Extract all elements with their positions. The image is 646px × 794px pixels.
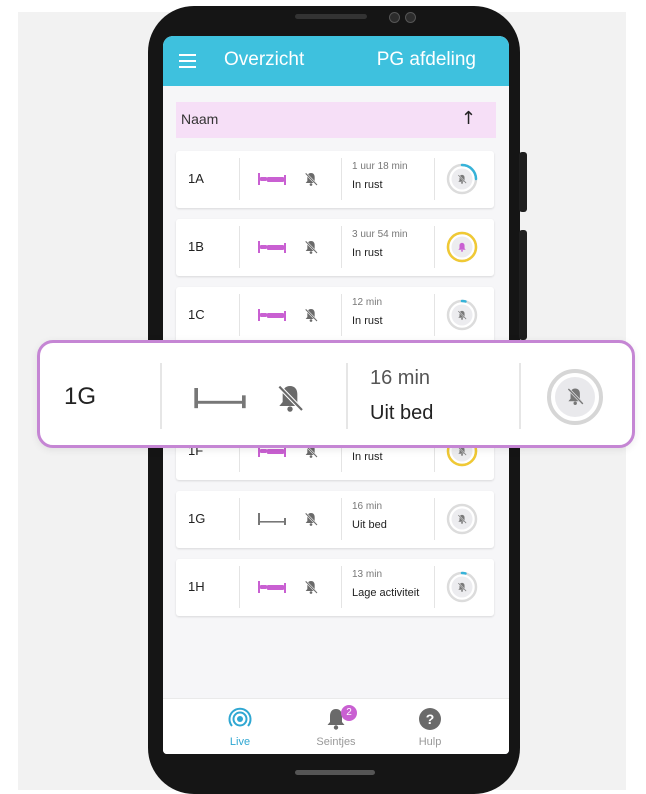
- phone-camera: [389, 12, 400, 23]
- sort-arrow-up-icon[interactable]: ↑: [461, 108, 476, 129]
- phone-side-button: [519, 152, 527, 212]
- divider: [341, 498, 342, 540]
- phone-side-button: [519, 230, 527, 340]
- menu-icon[interactable]: [179, 54, 196, 68]
- room-row-1c[interactable]: 1C 12 min In rust: [176, 287, 494, 344]
- status-text: In rust: [352, 179, 383, 191]
- broadcast-icon: [228, 707, 252, 727]
- status-ring: [547, 369, 603, 425]
- divider: [341, 566, 342, 608]
- nav-seintjes[interactable]: 2 Seintjes: [301, 705, 371, 753]
- bell-muted-icon: [304, 308, 318, 322]
- divider: [239, 498, 240, 540]
- room-number: 1G: [188, 511, 206, 526]
- divider: [434, 294, 435, 336]
- page-title: Overzicht: [224, 49, 305, 70]
- status-ring: [446, 503, 478, 535]
- room-number: 1B: [188, 239, 204, 254]
- nav-seintjes-label: Seintjes: [316, 736, 356, 748]
- bed-occupied-icon: [258, 581, 286, 593]
- room-row-1g[interactable]: 1G 16 min Uit bed: [176, 491, 494, 548]
- app-bar: Overzicht PG afdeling: [163, 36, 509, 86]
- bell-muted-icon: [277, 385, 304, 412]
- zoom-duration: 16 min: [370, 367, 431, 389]
- bed-occupied-icon: [258, 309, 286, 321]
- bell-muted-icon: [304, 240, 318, 254]
- divider: [160, 363, 162, 429]
- room-row-1a[interactable]: 1A 1 uur 18 min In rust: [176, 151, 494, 208]
- divider: [239, 226, 240, 268]
- nav-hulp[interactable]: ? Hulp: [395, 707, 465, 753]
- status-text: In rust: [352, 315, 383, 327]
- room-row-1h[interactable]: 1H 13 min Lage activiteit: [176, 559, 494, 616]
- divider: [434, 498, 435, 540]
- status-text: Lage activiteit: [352, 587, 420, 599]
- divider: [434, 566, 435, 608]
- divider: [341, 294, 342, 336]
- room-number: 1C: [188, 307, 205, 322]
- divider: [519, 363, 521, 429]
- sort-label: Naam: [181, 111, 219, 127]
- bed-empty-icon: [194, 388, 246, 409]
- room-number: 1H: [188, 579, 205, 594]
- nav-live-label: Live: [229, 736, 251, 748]
- room-number: 1A: [188, 171, 204, 186]
- divider: [346, 363, 348, 429]
- bottom-navigation: Live 2 Seintjes ? Hulp: [163, 698, 509, 754]
- duration-text: 13 min: [352, 569, 383, 580]
- status-text: Uit bed: [352, 519, 387, 531]
- duration-text: 1 uur 18 min: [352, 161, 408, 172]
- room-row-1b[interactable]: 1B 3 uur 54 min In rust: [176, 219, 494, 276]
- status-text: In rust: [352, 247, 383, 259]
- status-ring: [446, 163, 478, 195]
- divider: [239, 566, 240, 608]
- bell-muted-icon: [304, 580, 318, 594]
- nav-hulp-label: Hulp: [418, 736, 442, 748]
- divider: [434, 226, 435, 268]
- bed-occupied-icon: [258, 241, 286, 253]
- divider: [341, 158, 342, 200]
- svg-text:?: ?: [426, 711, 435, 727]
- status-ring: [446, 299, 478, 331]
- divider: [341, 226, 342, 268]
- bed-empty-icon: [258, 513, 286, 525]
- duration-text: 12 min: [352, 297, 383, 308]
- nav-live[interactable]: Live: [205, 707, 275, 753]
- divider: [434, 158, 435, 200]
- sort-header[interactable]: Naam ↑: [176, 102, 496, 138]
- phone-speaker: [295, 14, 367, 19]
- status-text: In rust: [352, 451, 383, 463]
- help-icon: ?: [419, 708, 441, 730]
- duration-text: 16 min: [352, 501, 383, 512]
- zoom-status: Uit bed: [370, 402, 434, 424]
- divider: [239, 158, 240, 200]
- zoom-room-label: 1G: [64, 383, 97, 410]
- phone-camera: [405, 12, 416, 23]
- status-ring: [446, 231, 478, 263]
- duration-text: 3 uur 54 min: [352, 229, 408, 240]
- home-indicator: [295, 770, 375, 775]
- divider: [239, 294, 240, 336]
- department-selector[interactable]: PG afdeling: [377, 49, 476, 71]
- bell-muted-icon: [304, 512, 318, 526]
- zoomed-room-card[interactable]: 1G 16 min Uit bed: [37, 340, 635, 448]
- notification-badge: 2: [341, 705, 357, 721]
- bell-muted-icon: [304, 172, 318, 186]
- bed-occupied-icon: [258, 173, 286, 185]
- status-ring: [446, 571, 478, 603]
